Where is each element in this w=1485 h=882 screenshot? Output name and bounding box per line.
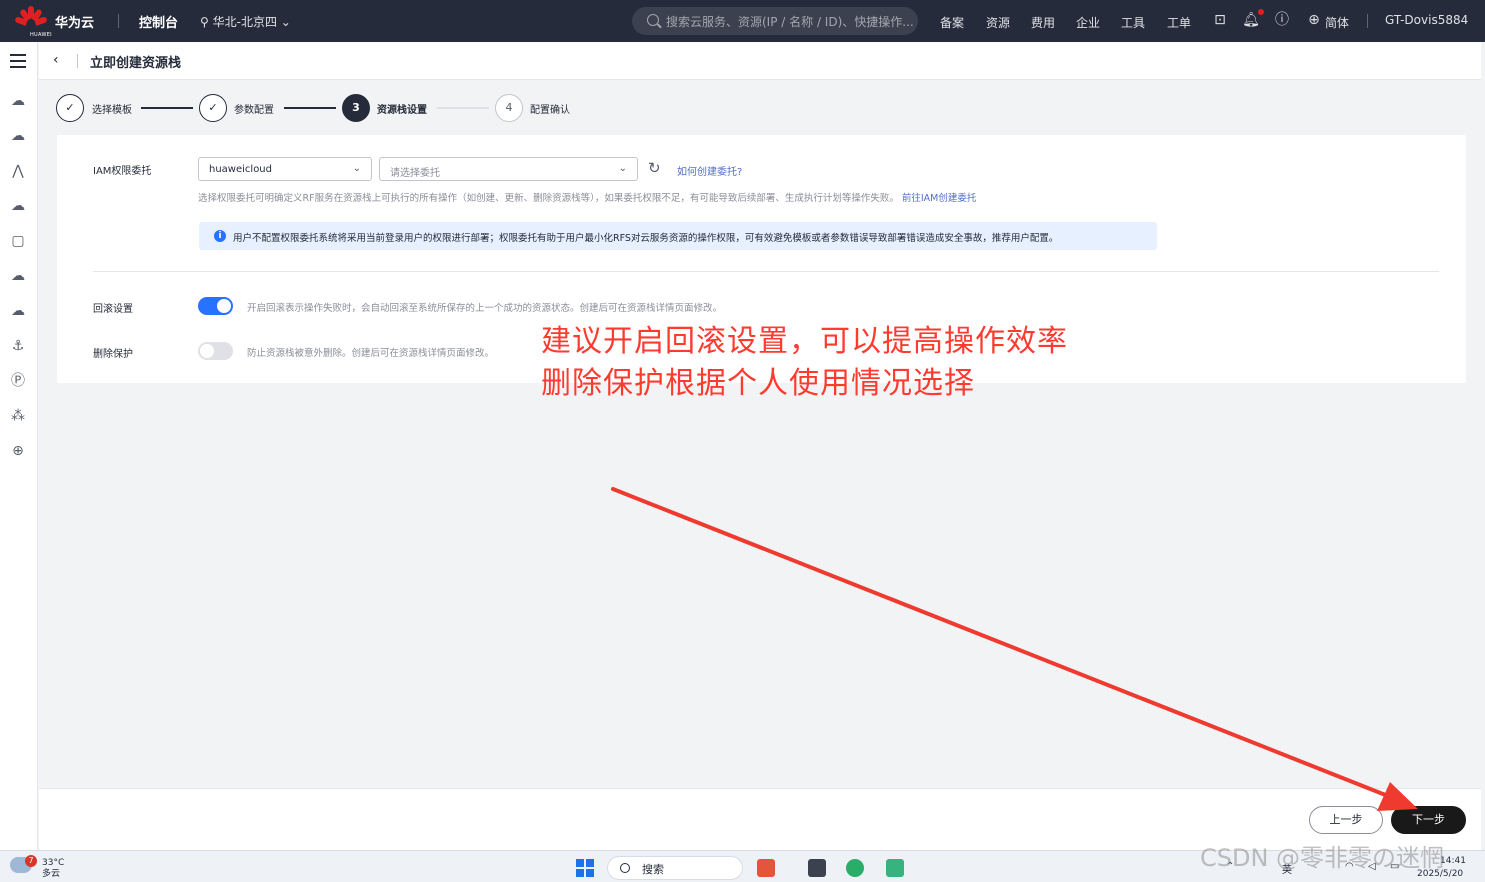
page-header: ‹ 立即创建资源栈 [39,42,1481,80]
divider [1367,14,1368,28]
go-to-iam-link[interactable]: 前往IAM创建委托 [902,193,977,204]
nav-link-resources[interactable]: 资源 [986,14,1010,31]
console-link[interactable]: 控制台 [139,12,178,31]
iam-agency-label: IAM权限委托 [93,166,152,177]
wechat-app-icon[interactable] [846,859,864,877]
huawei-logo-icon[interactable]: HUAWEI [14,6,52,38]
csdn-watermark: CSDN @零非零の迷惘 [1200,844,1445,872]
back-arrow-icon[interactable]: ‹ [53,52,59,68]
nav-link-tools[interactable]: 工具 [1121,14,1145,31]
cloud-service-icon[interactable]: ☁︎ [9,302,27,320]
search-placeholder: 搜索云服务、资源(IP / 名称 / ID)、快捷操作... [666,15,914,29]
left-sidebar: ☁︎ ☁︎ ⋀ ☁︎ ▢ ☁︎ ☁︎ ⚓︎ Ⓟ ⁂ ⊕ [0,42,38,850]
provider-select[interactable]: huaweicloud ⌄ [198,157,372,181]
step-3-number: 3 [342,94,370,122]
cloud-server-icon[interactable]: ☁︎ [9,92,27,110]
globe-icon[interactable]: ⊕ [1305,11,1323,29]
agency-select[interactable]: 请选择委托 ⌄ [379,157,638,181]
cloud-icon[interactable]: ☁︎ [9,127,27,145]
step-connector [437,107,489,109]
annotation-line-1: 建议开启回滚设置，可以提高操作效率 [541,324,1068,359]
nav-link-tickets[interactable]: 工单 [1167,14,1191,31]
delete-protection-label: 删除保护 [93,349,133,360]
network-icon[interactable]: ⋀ [9,162,27,180]
nav-link-beian[interactable]: 备案 [940,14,964,31]
weather-widget[interactable]: 33°C 多云 [42,858,64,880]
brand-name[interactable]: 华为云 [55,12,94,31]
step-connector [141,107,193,109]
iam-help-body: 选择权限委托可明确定义RF服务在资源栈上可执行的所有操作（如创建、更新、删除资源… [198,193,899,204]
bell-icon[interactable]: 🔔︎ [1242,11,1260,29]
help-icon[interactable]: ⓘ [1273,11,1291,29]
step-1-label: 选择模板 [92,105,132,116]
info-alert: i 用户不配置权限委托系统将采用当前登录用户的权限进行部署；权限委托有助于用户最… [199,222,1157,250]
gift-app-icon[interactable] [757,859,775,877]
menu-icon[interactable] [10,54,26,68]
refresh-icon[interactable]: ↻ [648,159,661,177]
delete-protection-help-text: 防止资源栈被意外删除。创建后可在资源栈详情页面修改。 [247,348,495,359]
step-1-check-icon: ✓ [56,94,84,122]
taskbar-search[interactable]: 搜索 [607,856,743,880]
top-navigation-bar: HUAWEI 华为云 控制台 ⚲ 华北-北京四 ⌄ 搜索云服务、资源(IP / … [0,0,1485,42]
annotation-line-2: 删除保护根据个人使用情况选择 [541,366,975,401]
section-divider [93,271,1439,272]
step-4-number: 4 [495,94,523,122]
info-icon: i [214,230,226,242]
iam-help-text: 选择权限委托可明确定义RF服务在资源栈上可执行的所有操作（如创建、更新、删除资源… [198,190,976,204]
toggle-knob [200,344,214,358]
nav-link-enterprise[interactable]: 企业 [1076,14,1100,31]
provider-value: huaweicloud [209,164,272,175]
taskbar-search-label: 搜索 [642,863,664,876]
divider [118,14,119,28]
globe-icon[interactable]: ⊕ [9,442,27,460]
next-step-button[interactable]: 下一步 [1391,806,1466,834]
divider [77,54,78,68]
temperature: 33°C [42,858,65,868]
region-selector[interactable]: ⚲ 华北-北京四 ⌄ [200,13,291,30]
how-to-create-agency-link[interactable]: 如何创建委托? [677,163,742,178]
anchor-icon[interactable]: ⚓︎ [9,337,27,355]
region-label: 华北-北京四 [212,15,277,29]
previous-step-button[interactable]: 上一步 [1309,806,1383,834]
terminal-app-icon[interactable] [808,859,826,877]
search-icon [620,863,630,873]
chevron-down-icon: ⌄ [618,163,627,174]
chevron-down-icon: ⌄ [352,163,361,174]
screen-app-icon[interactable] [886,859,904,877]
rollback-toggle[interactable] [198,297,233,315]
agency-placeholder: 请选择委托 [390,168,440,179]
cloud-outline-icon[interactable]: ☁︎ [9,267,27,285]
alert-text: 用户不配置权限委托系统将采用当前登录用户的权限进行部署；权限委托有助于用户最小化… [233,233,1059,244]
pin-icon[interactable]: Ⓟ [9,372,27,390]
weather-badge: 7 [25,855,37,867]
step-2-label: 参数配置 [234,105,274,116]
cluster-icon[interactable]: ⁂ [9,407,27,425]
document-icon[interactable]: ▢ [9,232,27,250]
rollback-help-text: 开启回滚表示操作失败时，会自动回滚至系统所保存的上一个成功的资源状态。创建后可在… [247,303,723,314]
page-title: 立即创建资源栈 [90,56,182,71]
step-connector [284,107,336,109]
logo-text: HUAWEI [30,32,52,38]
notification-dot [1258,9,1264,15]
annotation-arrow [611,487,1418,811]
step-2-check-icon: ✓ [199,94,227,122]
terminal-icon[interactable]: ⊡ [1211,11,1229,29]
weather-condition: 多云 [42,869,61,879]
delete-protection-toggle[interactable] [198,342,233,360]
cloud-storage-icon[interactable]: ☁︎ [9,197,27,215]
step-3-label: 资源栈设置 [377,105,427,116]
step-4-label: 配置确认 [530,105,570,116]
nav-link-billing[interactable]: 费用 [1031,14,1055,31]
windows-start-icon[interactable] [576,859,594,877]
rollback-label: 回滚设置 [93,304,133,315]
user-menu[interactable]: GT-Dovis5884 [1385,13,1468,27]
language-selector[interactable]: 简体 [1325,14,1349,31]
search-icon [647,14,659,26]
global-search-input[interactable]: 搜索云服务、资源(IP / 名称 / ID)、快捷操作... [632,7,918,35]
toggle-knob [217,299,231,313]
